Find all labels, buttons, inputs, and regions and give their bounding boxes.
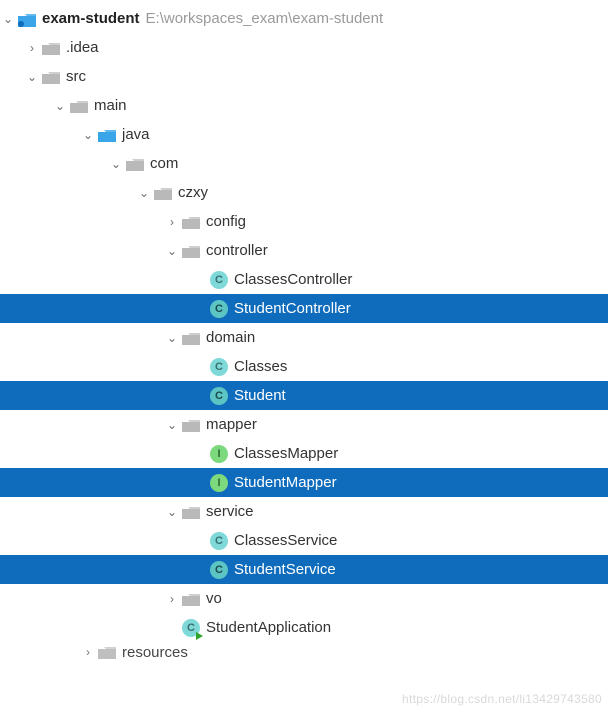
class-icon: C <box>210 561 228 579</box>
folder-icon <box>42 68 60 86</box>
chevron-right-icon[interactable]: › <box>164 214 180 230</box>
folder-icon <box>98 643 116 661</box>
node-label: src <box>66 62 86 91</box>
tree-row-service[interactable]: ⌄ service <box>0 497 608 526</box>
tree-row-config[interactable]: › config <box>0 207 608 236</box>
node-label: ClassesMapper <box>234 439 338 468</box>
package-icon <box>182 329 200 347</box>
tree-row-resources[interactable]: › resources <box>0 642 608 662</box>
tree-row-classes[interactable]: › C Classes <box>0 352 608 381</box>
tree-row-classes-mapper[interactable]: › I ClassesMapper <box>0 439 608 468</box>
package-icon <box>182 242 200 260</box>
tree-row-classes-service[interactable]: › C ClassesService <box>0 526 608 555</box>
chevron-down-icon[interactable]: ⌄ <box>0 11 16 27</box>
tree-row-com[interactable]: ⌄ com <box>0 149 608 178</box>
package-icon <box>182 213 200 231</box>
node-label: service <box>206 497 254 526</box>
watermark: https://blog.csdn.net/li13429743580 <box>402 692 602 706</box>
node-label: java <box>122 120 150 149</box>
node-label: czxy <box>178 178 208 207</box>
chevron-down-icon[interactable]: ⌄ <box>24 69 40 85</box>
chevron-down-icon[interactable]: ⌄ <box>164 417 180 433</box>
tree-row-student-application[interactable]: › C StudentApplication <box>0 613 608 642</box>
tree-row-vo[interactable]: › vo <box>0 584 608 613</box>
package-icon <box>182 590 200 608</box>
tree-row-student-service[interactable]: › C StudentService <box>0 555 608 584</box>
chevron-down-icon[interactable]: ⌄ <box>108 156 124 172</box>
tree-row-student[interactable]: › C Student <box>0 381 608 410</box>
chevron-down-icon[interactable]: ⌄ <box>164 330 180 346</box>
chevron-down-icon[interactable]: ⌄ <box>136 185 152 201</box>
tree-row-src[interactable]: ⌄ src <box>0 62 608 91</box>
node-label: .idea <box>66 33 99 62</box>
class-icon: C <box>210 271 228 289</box>
tree-row-student-mapper[interactable]: › I StudentMapper <box>0 468 608 497</box>
node-label: ClassesService <box>234 526 337 555</box>
interface-icon: I <box>210 474 228 492</box>
node-label: resources <box>122 642 188 662</box>
chevron-right-icon[interactable]: › <box>164 591 180 607</box>
node-label: StudentController <box>234 294 351 323</box>
node-label: Classes <box>234 352 287 381</box>
tree-row-student-controller[interactable]: › C StudentController <box>0 294 608 323</box>
project-tree[interactable]: ⌄ exam-student E:\workspaces_exam\exam-s… <box>0 0 608 666</box>
chevron-down-icon[interactable]: ⌄ <box>80 127 96 143</box>
tree-row-classes-controller[interactable]: › C ClassesController <box>0 265 608 294</box>
tree-row-main[interactable]: ⌄ main <box>0 91 608 120</box>
interface-icon: I <box>210 445 228 463</box>
package-icon <box>182 503 200 521</box>
node-label: StudentMapper <box>234 468 337 497</box>
node-label: StudentService <box>234 555 336 584</box>
package-icon <box>126 155 144 173</box>
node-label: main <box>94 91 127 120</box>
node-label: ClassesController <box>234 265 352 294</box>
chevron-right-icon[interactable]: › <box>80 644 96 660</box>
module-icon <box>18 10 36 28</box>
chevron-down-icon[interactable]: ⌄ <box>164 504 180 520</box>
node-label: vo <box>206 584 222 613</box>
folder-icon <box>70 97 88 115</box>
chevron-right-icon[interactable]: › <box>24 40 40 56</box>
tree-row-java[interactable]: ⌄ java <box>0 120 608 149</box>
package-icon <box>182 416 200 434</box>
node-label: config <box>206 207 246 236</box>
node-label: mapper <box>206 410 257 439</box>
source-folder-icon <box>98 126 116 144</box>
runnable-class-icon: C <box>182 619 200 637</box>
package-icon <box>154 184 172 202</box>
node-label: com <box>150 149 178 178</box>
tree-row-czxy[interactable]: ⌄ czxy <box>0 178 608 207</box>
tree-row-domain[interactable]: ⌄ domain <box>0 323 608 352</box>
chevron-down-icon[interactable]: ⌄ <box>52 98 68 114</box>
tree-row-controller[interactable]: ⌄ controller <box>0 236 608 265</box>
chevron-down-icon[interactable]: ⌄ <box>164 243 180 259</box>
node-label: domain <box>206 323 255 352</box>
class-icon: C <box>210 387 228 405</box>
class-icon: C <box>210 300 228 318</box>
class-icon: C <box>210 358 228 376</box>
tree-row-root[interactable]: ⌄ exam-student E:\workspaces_exam\exam-s… <box>0 4 608 33</box>
root-path: E:\workspaces_exam\exam-student <box>146 10 384 27</box>
root-name: exam-student <box>42 4 140 33</box>
class-icon: C <box>210 532 228 550</box>
node-label: Student <box>234 381 286 410</box>
tree-row-mapper[interactable]: ⌄ mapper <box>0 410 608 439</box>
folder-icon <box>42 39 60 57</box>
node-label: StudentApplication <box>206 613 331 642</box>
node-label: controller <box>206 236 268 265</box>
tree-row-idea[interactable]: › .idea <box>0 33 608 62</box>
